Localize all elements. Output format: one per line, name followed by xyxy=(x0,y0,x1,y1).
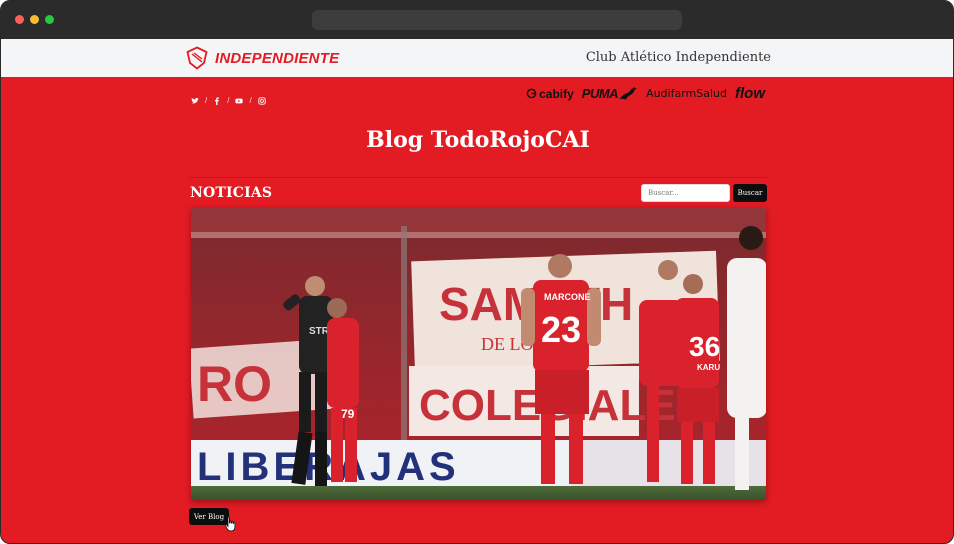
site-header: INDEPENDIENTE Club Atlético Independient… xyxy=(1,39,953,77)
news-section-label: NOTICIAS xyxy=(190,185,273,201)
facebook-icon[interactable] xyxy=(213,96,221,105)
svg-text:36: 36 xyxy=(689,331,720,362)
puma-cat-icon xyxy=(618,87,638,100)
svg-text:MARCONE: MARCONE xyxy=(544,292,591,302)
sponsor-flow[interactable]: flow xyxy=(735,85,765,102)
social-separator: / xyxy=(249,96,252,105)
sponsor-audifarm[interactable]: AudifarmSalud xyxy=(646,87,727,100)
player-79: 79 xyxy=(327,298,359,482)
ver-blog-button[interactable]: Ver Blog xyxy=(189,508,229,525)
twitter-icon[interactable] xyxy=(191,97,199,105)
social-links: / / / xyxy=(191,96,266,105)
maximize-window-button[interactable] xyxy=(45,15,54,24)
browser-window: INDEPENDIENTE Club Atlético Independient… xyxy=(0,0,954,544)
stadium-photo: SAMETH DE LOMAS COLEGIALES RO LIBERAJAS xyxy=(191,208,766,500)
club-name: Club Atlético Independiente xyxy=(585,50,771,65)
minimize-window-button[interactable] xyxy=(30,15,39,24)
logo-text: INDEPENDIENTE xyxy=(215,49,340,67)
browser-chrome xyxy=(1,1,953,39)
sponsor-cabify-label: cabify xyxy=(539,86,574,101)
sponsor-cabify[interactable]: cabify xyxy=(526,87,574,101)
social-separator: / xyxy=(205,96,208,105)
cabify-logo-icon xyxy=(526,88,537,99)
pitch xyxy=(191,486,766,500)
sponsor-puma-label: PUMA xyxy=(581,86,619,101)
sponsor-puma[interactable]: PUMA xyxy=(582,86,638,101)
club-crest-icon xyxy=(186,46,208,70)
instagram-icon[interactable] xyxy=(258,96,266,105)
svg-text:KARU: KARU xyxy=(697,363,720,372)
youtube-icon[interactable] xyxy=(235,97,244,105)
svg-text:RO: RO xyxy=(197,356,272,412)
svg-text:LIBERAJAS: LIBERAJAS xyxy=(197,445,460,489)
section-divider xyxy=(189,177,767,178)
address-bar[interactable] xyxy=(312,10,682,30)
hand-cursor-icon xyxy=(225,516,236,532)
site-logo[interactable]: INDEPENDIENTE xyxy=(185,46,339,70)
close-window-button[interactable] xyxy=(15,15,24,24)
social-separator: / xyxy=(227,96,230,105)
svg-text:79: 79 xyxy=(341,407,355,421)
page-title: Blog TodoRojoCAI xyxy=(366,127,590,153)
news-hero-image[interactable]: SAMETH DE LOMAS COLEGIALES RO LIBERAJAS xyxy=(191,208,766,500)
svg-text:23: 23 xyxy=(541,309,581,350)
search-input[interactable] xyxy=(641,184,730,202)
search-button[interactable]: Buscar xyxy=(733,184,767,202)
sponsor-logos: cabify PUMA AudifarmSalud flow xyxy=(526,85,765,102)
